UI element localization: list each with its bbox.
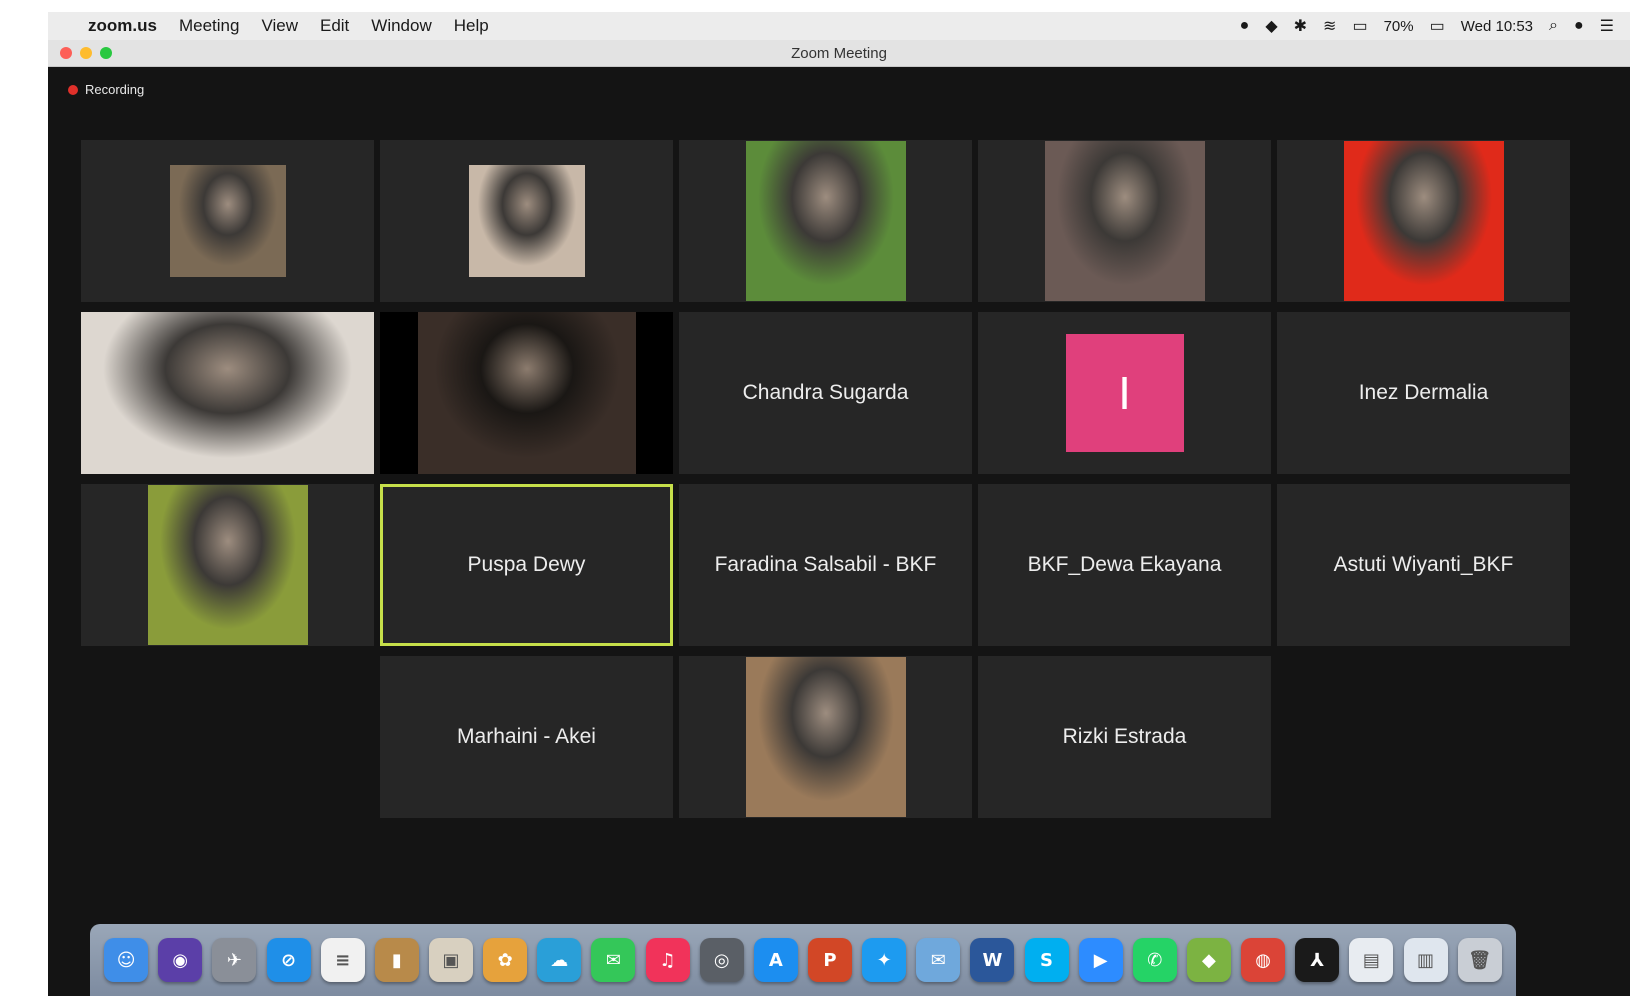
battery-icon[interactable]: ▭: [1430, 16, 1445, 36]
participant-tile[interactable]: Chandra Sugarda: [679, 312, 972, 474]
participant-tile[interactable]: Astuti Wiyanti_BKF: [1277, 484, 1570, 646]
participant-video: [745, 141, 906, 301]
menu-edit[interactable]: Edit: [320, 16, 349, 36]
recording-dot-icon: [68, 84, 78, 95]
dock: ☺ ◉ ✈ ⊘ ≡ ▮ ▣ ✿ ☁ ✉ ♫ ◎ A P ✦ ✉ W S ▶ ✆ ◆ ◍ ⅄ ▤ ▥ 🗑: [90, 924, 1516, 996]
participant-video: [1343, 141, 1504, 301]
minimize-window-button[interactable]: [80, 47, 92, 59]
notification-center-icon[interactable]: ☰: [1600, 16, 1614, 36]
documents-icon[interactable]: ▤: [1349, 938, 1394, 982]
photos-icon[interactable]: ✿: [483, 938, 528, 982]
participant-name: Astuti Wiyanti_BKF: [1333, 553, 1514, 576]
participant-tile[interactable]: I: [978, 312, 1271, 474]
participant-video: [417, 312, 636, 474]
trash-icon[interactable]: 🗑: [1457, 938, 1502, 982]
participant-tile[interactable]: BKF_Dewa Ekayana: [978, 484, 1271, 646]
participant-tile[interactable]: Puspa Dewy: [380, 484, 673, 646]
menu-view[interactable]: View: [261, 16, 298, 36]
messages-icon[interactable]: ✉: [591, 938, 636, 982]
participant-video: [81, 312, 374, 474]
downloads-icon[interactable]: ▥: [1403, 938, 1448, 982]
participant-name: Marhaini - Akei: [457, 725, 596, 748]
word-icon[interactable]: W: [970, 938, 1015, 982]
participant-tile[interactable]: [978, 140, 1271, 302]
participant-name: Faradina Salsabil - BKF: [714, 553, 937, 576]
cloud-icon[interactable]: ☁: [537, 938, 582, 982]
participant-name: Puspa Dewy: [467, 553, 586, 576]
screenshot-icon[interactable]: ◎: [699, 938, 744, 982]
menu-bar: zoom.us Meeting View Edit Window Help ● …: [48, 12, 1630, 40]
preview-icon[interactable]: ▣: [428, 938, 473, 982]
participant-tile[interactable]: Rizki Estrada: [978, 656, 1271, 818]
participant-tile[interactable]: Faradina Salsabil - BKF: [679, 484, 972, 646]
participant-tile[interactable]: [1277, 140, 1570, 302]
desktop-screen: zoom.us Meeting View Edit Window Help ● …: [48, 12, 1630, 996]
mail-icon[interactable]: ✉: [916, 938, 961, 982]
participant-video: [745, 657, 906, 817]
participant-tile[interactable]: [679, 656, 972, 818]
participant-initial-avatar: I: [1065, 334, 1184, 452]
twitter-icon[interactable]: ✦: [862, 938, 907, 982]
airplay-icon[interactable]: ▭: [1352, 16, 1367, 36]
whatsapp-icon[interactable]: ✆: [1132, 938, 1177, 982]
zoom-window-button[interactable]: [100, 47, 112, 59]
skype-icon[interactable]: S: [1024, 938, 1069, 982]
participant-tile[interactable]: [81, 484, 374, 646]
menu-app-name[interactable]: zoom.us: [88, 16, 157, 36]
finder-icon[interactable]: ☺: [104, 938, 149, 982]
close-window-button[interactable]: [60, 47, 72, 59]
window-title: Zoom Meeting: [791, 44, 887, 62]
participant-name: Rizki Estrada: [1062, 725, 1187, 748]
participant-video: [468, 165, 585, 277]
bluetooth-icon[interactable]: ✱: [1294, 16, 1307, 36]
participant-video: [169, 165, 286, 277]
camera-icon[interactable]: ●: [1240, 17, 1250, 35]
recording-indicator[interactable]: Recording: [68, 82, 144, 97]
app-store-icon[interactable]: A: [753, 938, 798, 982]
acrobat-icon[interactable]: ⅄: [1295, 938, 1340, 982]
notes-icon[interactable]: ≡: [320, 938, 365, 982]
participant-video: [1044, 141, 1205, 301]
participant-name: Inez Dermalia: [1358, 381, 1489, 404]
participant-video: [147, 485, 308, 645]
launchpad-icon[interactable]: ✈: [212, 938, 257, 982]
dropbox-icon[interactable]: ◆: [1265, 16, 1277, 36]
participant-name: BKF_Dewa Ekayana: [1027, 553, 1222, 576]
android-icon[interactable]: ◆: [1186, 938, 1231, 982]
gallery-view: Chandra Sugarda I Inez Dermalia Puspa Dewy F…: [81, 140, 1573, 840]
notebook-icon[interactable]: ▮: [374, 938, 419, 982]
menu-help[interactable]: Help: [454, 16, 489, 36]
recording-label: Recording: [85, 82, 145, 97]
participant-tile[interactable]: [81, 312, 374, 474]
menu-bar-status: ● ◆ ✱ ≋ ▭ 70% ▭ Wed 10:53 ⌕ ● ☰: [1224, 16, 1630, 36]
participant-tile[interactable]: [679, 140, 972, 302]
participant-tile[interactable]: [81, 140, 374, 302]
chrome-icon[interactable]: ◍: [1241, 938, 1286, 982]
participant-tile[interactable]: [380, 140, 673, 302]
zoom-icon[interactable]: ▶: [1078, 938, 1123, 982]
participant-tile[interactable]: [380, 312, 673, 474]
window-title-bar: Zoom Meeting: [48, 40, 1630, 67]
wifi-icon[interactable]: ≋: [1323, 16, 1336, 36]
powerpoint-icon[interactable]: P: [807, 938, 852, 982]
participant-tile[interactable]: Inez Dermalia: [1277, 312, 1570, 474]
participant-name: Chandra Sugarda: [742, 381, 909, 404]
menu-window[interactable]: Window: [371, 16, 431, 36]
menu-meeting[interactable]: Meeting: [179, 16, 239, 36]
battery-percent: 70%: [1383, 17, 1414, 35]
participant-tile[interactable]: Marhaini - Akei: [380, 656, 673, 818]
music-icon[interactable]: ♫: [645, 938, 690, 982]
safari-icon[interactable]: ⊘: [266, 938, 311, 982]
user-icon[interactable]: ●: [1574, 17, 1584, 35]
search-icon[interactable]: ⌕: [1549, 17, 1558, 35]
clock[interactable]: Wed 10:53: [1461, 18, 1533, 35]
siri-icon[interactable]: ◉: [158, 938, 203, 982]
